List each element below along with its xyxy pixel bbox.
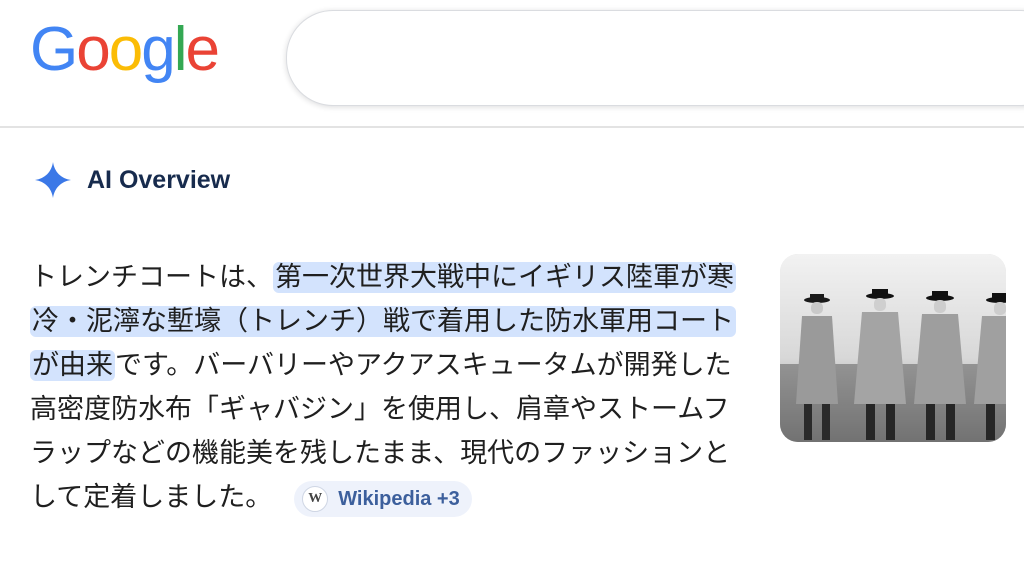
logo-letter: l xyxy=(173,15,188,84)
overview-image[interactable] xyxy=(780,254,1006,442)
answer-lead: トレンチコートは、 xyxy=(30,262,273,293)
search-input[interactable] xyxy=(286,10,1024,106)
ai-overview-answer: トレンチコートは、第一次世界大戦中にイギリス陸軍が寒冷・泥濘な塹壕（トレンチ）戦… xyxy=(30,256,755,520)
google-logo[interactable]: Google xyxy=(30,14,220,85)
logo-letter: g xyxy=(141,15,176,84)
header: Google xyxy=(0,0,1024,128)
logo-letter: G xyxy=(30,15,78,84)
ai-overview-header: AI Overview xyxy=(33,160,230,200)
logo-letter: o xyxy=(108,15,144,84)
source-chip[interactable]: W Wikipedia +3 xyxy=(294,480,472,517)
source-chip-label: Wikipedia +3 xyxy=(338,487,460,510)
trench-coat-photo xyxy=(780,254,1006,442)
ai-overview-title: AI Overview xyxy=(87,165,231,194)
wikipedia-icon: W xyxy=(302,485,329,512)
sparkle-icon xyxy=(35,162,71,198)
logo-letter: o xyxy=(76,15,111,84)
logo-letter: e xyxy=(185,15,220,84)
